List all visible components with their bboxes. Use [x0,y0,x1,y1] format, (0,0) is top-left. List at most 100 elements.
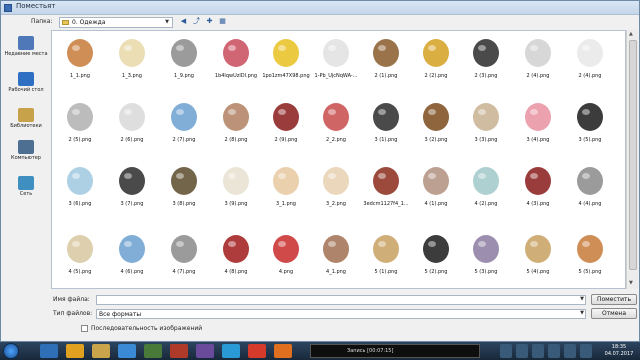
file-item[interactable]: 4 (1).png [412,159,460,217]
scrollbar-thumb[interactable] [629,40,637,270]
file-grid-scrollbar[interactable]: ▲ ▼ [626,30,638,289]
tray-icon[interactable] [548,344,560,358]
file-item[interactable]: 1_3.png [108,31,156,89]
file-thumbnail [266,97,306,135]
folder-select[interactable]: 0. Одежда ▼ [59,17,173,28]
volume-icon[interactable] [564,344,576,358]
file-item[interactable]: 5 (4).png [514,227,562,285]
file-item[interactable]: 5 (2).png [412,227,460,285]
file-item[interactable]: 1b4lqwUzlDl.png [212,31,260,89]
file-item[interactable]: 3 (9).png [212,159,260,217]
file-item[interactable]: 4 (6).png [108,227,156,285]
media-icon[interactable] [144,344,162,358]
open-button[interactable]: Поместить [591,294,637,305]
file-item[interactable]: 2 (4).png [566,31,614,89]
file-item[interactable]: 4 (2).png [462,159,510,217]
file-item[interactable]: 4 (5).png [56,227,104,285]
network-icon [18,176,34,190]
explorer-icon[interactable] [40,344,58,358]
cancel-button[interactable]: Отмена [591,308,637,319]
chrome-icon[interactable] [66,344,84,358]
file-item[interactable]: 4 (8).png [212,227,260,285]
file-item[interactable]: 2 (3).png [462,31,510,89]
file-item[interactable]: 3 (3).png [462,95,510,153]
file-name: 1-Pb_UjcNqWA-... [314,73,358,79]
file-item[interactable]: 2 (1).png [362,31,410,89]
skype-icon[interactable] [222,344,240,358]
scroll-up-icon[interactable]: ▲ [629,31,633,37]
view-menu-icon[interactable]: ▦ [218,17,227,26]
chevron-down-icon[interactable]: ▼ [163,19,171,26]
sidebar-item[interactable]: Сеть [3,176,49,197]
scroll-down-icon[interactable]: ▼ [629,280,633,286]
file-item[interactable]: 4.png [262,227,310,285]
file-item[interactable]: 3_1.png [262,159,310,217]
ie-icon[interactable] [118,344,136,358]
app-icon[interactable] [170,344,188,358]
file-item[interactable]: 2 (6).png [108,95,156,153]
file-item[interactable]: 2 (9).png [262,95,310,153]
file-item[interactable]: 3 (7).png [108,159,156,217]
file-thumbnail [518,97,558,135]
filetype-select[interactable]: Все форматы ▼ [96,309,586,319]
chevron-down-icon[interactable]: ▼ [580,296,584,302]
file-item[interactable]: 3 (5).png [566,95,614,153]
file-name: 3 (4).png [526,137,550,143]
sequence-checkbox[interactable] [81,325,88,332]
sidebar-item[interactable]: Недавние места [3,36,49,57]
file-name: 4 (8).png [224,269,248,275]
folder-icon[interactable] [92,344,110,358]
file-item[interactable]: 2 (5).png [56,95,104,153]
file-item[interactable]: 3 (4).png [514,95,562,153]
file-item[interactable]: 3 (8).png [160,159,208,217]
file-thumbnail [112,33,152,71]
file-item[interactable]: 4 (4).png [566,159,614,217]
sidebar-item[interactable]: Библиотеки [3,108,49,129]
file-item[interactable]: 4 (7).png [160,227,208,285]
firefox-icon[interactable] [274,344,292,358]
file-thumbnail [316,161,356,199]
tray-icon[interactable] [532,344,544,358]
file-item[interactable]: 5 (1).png [362,227,410,285]
file-item[interactable]: 3 (2).png [412,95,460,153]
chevron-down-icon[interactable]: ▼ [580,310,584,316]
file-item[interactable]: 5 (5).png [566,227,614,285]
app-icon[interactable] [196,344,214,358]
file-item[interactable]: 4_1.png [312,227,360,285]
file-name: 4 (4).png [578,201,602,207]
desktop-icon [18,72,34,86]
sidebar-item[interactable]: Компьютер [3,140,49,161]
taskbar-clock[interactable]: 18:35 04.07.2017 [600,344,638,358]
file-item[interactable]: 3edcm1127f4_1... [362,159,410,217]
filetype-value: Все форматы [99,311,142,318]
network-tray-icon[interactable] [580,344,592,358]
file-item[interactable]: 3 (6).png [56,159,104,217]
file-item[interactable]: 1po1zm47X98.png [262,31,310,89]
yandex-icon[interactable] [248,344,266,358]
sidebar-item[interactable]: Рабочий стол [3,72,49,93]
file-thumbnail [266,33,306,71]
file-item[interactable]: 3 (1).png [362,95,410,153]
file-item[interactable]: 1_1.png [56,31,104,89]
back-icon[interactable]: ◀ [179,17,188,26]
tray-icon[interactable] [516,344,528,358]
file-item[interactable]: 4 (3).png [514,159,562,217]
tray-icon[interactable] [500,344,512,358]
file-item[interactable]: 2 (2).png [412,31,460,89]
recording-toolbar[interactable]: Запись [00:07:15] [310,344,480,358]
new-folder-icon[interactable]: ✚ [205,17,214,26]
file-name: 3 (5).png [578,137,602,143]
file-item[interactable]: 3_2.png [312,159,360,217]
filename-input[interactable]: ▼ [96,295,586,305]
start-button[interactable] [3,343,19,359]
up-folder-icon[interactable]: ⤴ [192,17,201,26]
taskbar: Запись [00:07:15] 18:35 04.07.2017 [0,342,640,360]
file-thumbnail [316,33,356,71]
file-item[interactable]: 2 (7).png [160,95,208,153]
file-item[interactable]: 1-Pb_UjcNqWA-... [312,31,360,89]
file-item[interactable]: 2 (8).png [212,95,260,153]
file-item[interactable]: 5 (3).png [462,227,510,285]
file-item[interactable]: 2 (4).png [514,31,562,89]
file-item[interactable]: 1_9.png [160,31,208,89]
file-item[interactable]: 2_2.png [312,95,360,153]
